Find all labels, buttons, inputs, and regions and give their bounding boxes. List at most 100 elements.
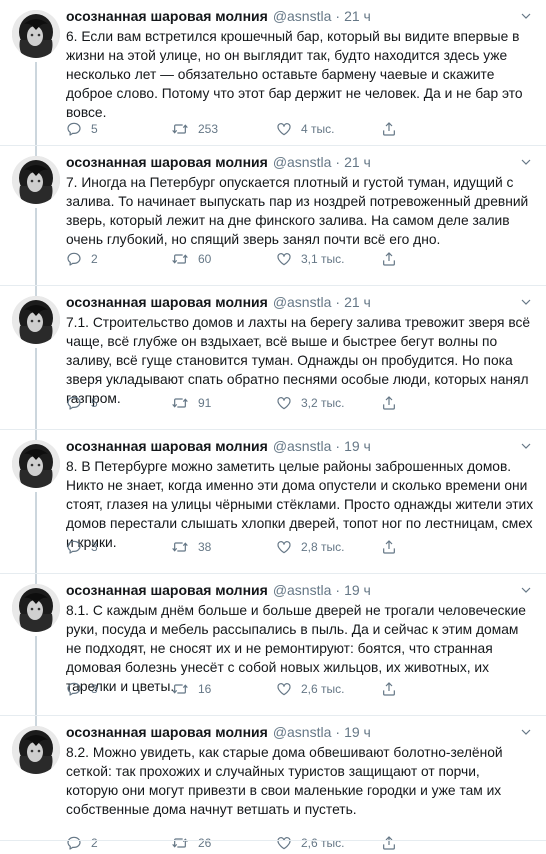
reply-icon [66,121,82,137]
like-button[interactable]: 4 тыс. [276,121,381,137]
tweet[interactable]: осознанная шаровая молния @asnstla · 21 ч 7.… [0,286,546,440]
share-icon [381,121,397,137]
tweet-time[interactable]: 19 ч [344,438,371,454]
reply-button[interactable]: 3 [66,681,171,697]
tweet-body: осознанная шаровая молния @asnstla · 19 ч 8.… [66,436,534,552]
tweet-time[interactable]: 21 ч [344,294,371,310]
retweet-icon [171,681,189,697]
like-button[interactable]: 3,2 тыс. [276,395,381,411]
reply-button[interactable]: 3 [66,539,171,555]
share-button[interactable] [381,539,486,555]
reply-icon [66,395,82,411]
tweet-header: осознанная шаровая молния @asnstla · 19 ч [66,580,534,600]
reply-icon [66,681,82,697]
reply-count: 3 [91,682,98,696]
tweet-header: осознанная шаровая молния @asnstla · 19 ч [66,436,534,456]
like-button[interactable]: 2,6 тыс. [276,835,381,851]
tweet-body: осознанная шаровая молния @asnstla · 21 ч 7.… [66,292,534,408]
author-name[interactable]: осознанная шаровая молния [66,8,268,24]
tweet-time[interactable]: 21 ч [344,154,371,170]
tweet[interactable]: осознанная шаровая молния @asnstla · 19 ч 8.… [0,574,546,726]
reply-button[interactable]: 2 [66,835,171,851]
tweet-header: осознанная шаровая молния @asnstla · 21 ч [66,152,534,172]
share-button[interactable] [381,121,486,137]
like-button[interactable]: 2,6 тыс. [276,681,381,697]
thread-feed: осознанная шаровая молния @asnstla · 21 ч 6.… [0,0,546,850]
share-button[interactable] [381,395,486,411]
share-icon [381,251,397,267]
author-handle[interactable]: @asnstla [273,438,332,454]
like-icon [276,539,292,555]
tweet-time[interactable]: 19 ч [344,724,371,740]
like-icon [276,681,292,697]
avatar[interactable] [12,296,60,344]
retweet-count: 16 [198,682,212,696]
share-button[interactable] [381,681,486,697]
avatar[interactable] [12,10,60,58]
tweet-text: 6. Если вам встретился крошечный бар, ко… [66,29,523,120]
chevron-down-icon[interactable] [518,582,534,598]
author-name[interactable]: осознанная шаровая молния [66,582,268,598]
tweet-actions: 2 60 3,1 тыс. [66,248,486,270]
author-name[interactable]: осознанная шаровая молния [66,294,268,310]
share-button[interactable] [381,251,486,267]
author-handle[interactable]: @asnstla [273,724,332,740]
author-name[interactable]: осознанная шаровая молния [66,154,268,170]
tweet-actions: 5 253 4 тыс. [66,118,486,140]
separator-dot: · [335,438,341,454]
like-icon [276,251,292,267]
tweet-time[interactable]: 19 ч [344,582,371,598]
share-button[interactable] [381,835,486,851]
retweet-button[interactable]: 38 [171,539,276,555]
tweet[interactable]: осознанная шаровая молния @asnstla · 21 ч 7.… [0,146,546,296]
author-handle[interactable]: @asnstla [273,8,332,24]
retweet-count: 60 [198,252,212,266]
like-count: 3,2 тыс. [301,396,345,410]
thread-connector [35,348,37,440]
reply-button[interactable]: 5 [66,121,171,137]
separator-dot: · [335,582,341,598]
tweet-body: осознанная шаровая молния @asnstla · 21 ч 6.… [66,6,534,122]
avatar[interactable] [12,584,60,632]
like-count: 2,8 тыс. [301,540,345,554]
tweet[interactable]: осознанная шаровая молния @asnstla · 21 ч 6.… [0,0,546,156]
chevron-down-icon[interactable] [518,154,534,170]
chevron-down-icon[interactable] [518,724,534,740]
reply-button[interactable]: 5 [66,395,171,411]
reply-icon [66,835,82,851]
chevron-down-icon[interactable] [518,294,534,310]
avatar[interactable] [12,726,60,774]
tweet[interactable]: осознанная шаровая молния @asnstla · 19 ч 8.… [0,430,546,584]
chevron-down-icon[interactable] [518,8,534,24]
chevron-down-icon[interactable] [518,438,534,454]
tweet-actions: 3 16 2,6 тыс. [66,678,486,700]
tweet-time[interactable]: 21 ч [344,8,371,24]
tweet-text: 8.2. Можно увидеть, как старые дома обве… [66,745,503,817]
retweet-button[interactable]: 26 [171,835,276,851]
reply-count: 3 [91,540,98,554]
avatar[interactable] [12,156,60,204]
author-name[interactable]: осознанная шаровая молния [66,724,268,740]
retweet-button[interactable]: 16 [171,681,276,697]
reply-button[interactable]: 2 [66,251,171,267]
thread-connector [35,636,37,726]
author-handle[interactable]: @asnstla [273,294,332,310]
author-handle[interactable]: @asnstla [273,582,332,598]
like-button[interactable]: 2,8 тыс. [276,539,381,555]
like-count: 2,6 тыс. [301,682,345,696]
reply-count: 2 [91,252,98,266]
retweet-button[interactable]: 91 [171,395,276,411]
tweet[interactable]: осознанная шаровая молния @asnstla · 19 ч 8.… [0,716,546,850]
author-name[interactable]: осознанная шаровая молния [66,438,268,454]
separator-dot: · [335,724,341,740]
thread-connector [35,62,37,156]
separator-dot: · [335,8,341,24]
author-handle[interactable]: @asnstla [273,154,332,170]
share-icon [381,681,397,697]
reply-count: 2 [91,836,98,850]
avatar[interactable] [12,440,60,488]
retweet-button[interactable]: 253 [171,121,276,137]
retweet-button[interactable]: 60 [171,251,276,267]
retweet-count: 253 [198,122,219,136]
like-button[interactable]: 3,1 тыс. [276,251,381,267]
